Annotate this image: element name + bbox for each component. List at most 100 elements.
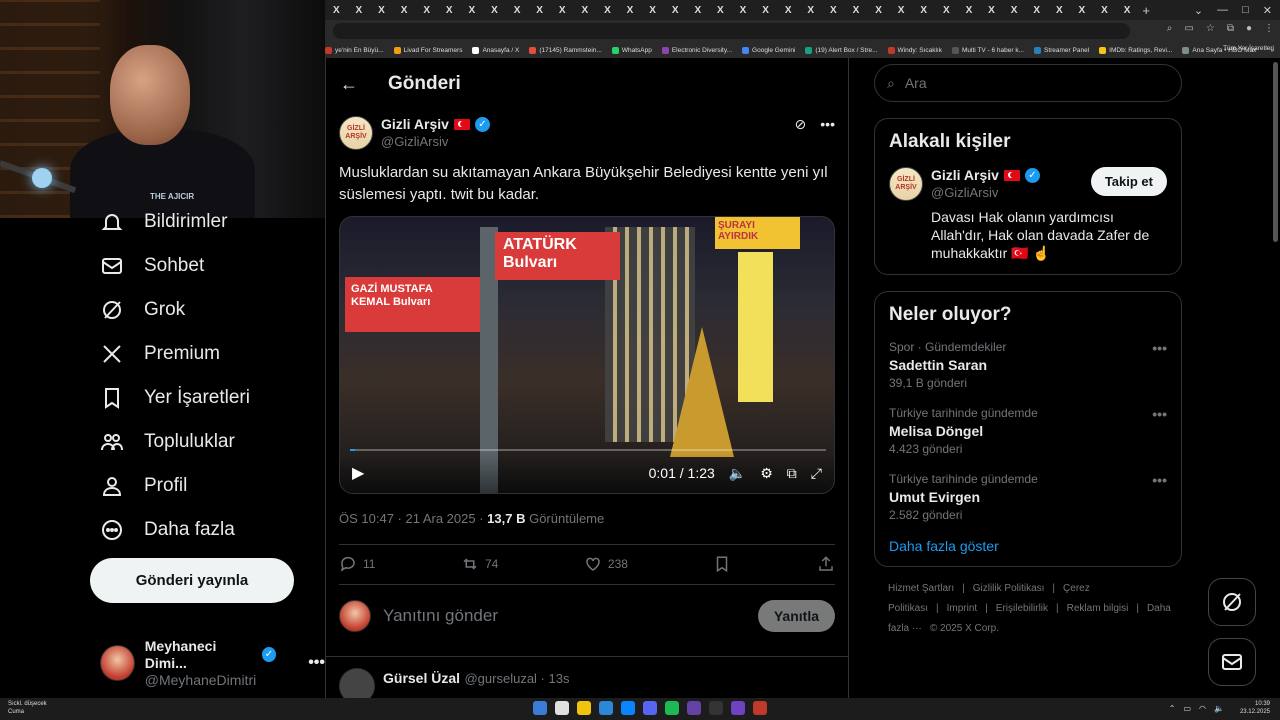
browser-tab[interactable]: X (867, 5, 890, 16)
taskbar-app-icon[interactable] (665, 701, 679, 715)
tray-chevron-icon[interactable]: ⌃ (1169, 704, 1176, 713)
browser-tab[interactable]: X (845, 5, 868, 16)
taskbar-app-icon[interactable] (731, 701, 745, 715)
browser-tab[interactable]: X (709, 5, 732, 16)
reply-action[interactable]: 11 (339, 555, 375, 573)
browser-tab[interactable]: X (822, 5, 845, 16)
taskbar-app-icon[interactable] (687, 701, 701, 715)
reply-author-handle[interactable]: @gurseluzal · 13s (464, 671, 569, 686)
browser-tab[interactable]: X (641, 5, 664, 16)
taskbar-app-icon[interactable] (599, 701, 613, 715)
messages-floating-button[interactable] (1208, 638, 1256, 686)
search-input[interactable]: Ara (905, 75, 927, 91)
browser-tab[interactable]: X (980, 5, 1003, 16)
footer-link[interactable]: Hizmet Şartları (888, 583, 954, 594)
browser-tab[interactable]: X (438, 5, 461, 16)
bookmark-item[interactable]: IMDb: Ratings, Revi... (1099, 46, 1172, 54)
browser-tab[interactable]: X (664, 5, 687, 16)
browser-tab[interactable]: X (370, 5, 393, 16)
back-arrow-icon[interactable]: ← (340, 74, 358, 95)
bookmark-item[interactable]: Google Gemini (742, 46, 795, 54)
bookmark-item[interactable]: Multi TV - 6 haber k... (951, 46, 1024, 54)
browser-tab[interactable]: X (935, 5, 958, 16)
browser-tab[interactable]: X (506, 5, 529, 16)
network-icon[interactable]: ▭ (1183, 704, 1191, 713)
footer-link[interactable]: Imprint (947, 603, 978, 614)
browser-tab[interactable]: X (393, 5, 416, 16)
new-tab-button[interactable]: + (1142, 3, 1150, 18)
volume-icon[interactable]: 🔈 (729, 465, 746, 482)
bookmark-item[interactable]: Windy: Sıcaklık (887, 46, 942, 54)
weather-widget[interactable]: Sıckl. düşecek Cuma (8, 700, 47, 716)
bookmark-item[interactable]: ye'nin En Büyü... (325, 46, 384, 54)
volume-icon[interactable]: 🔈 (1214, 704, 1224, 713)
bookmark-item[interactable]: Streamer Panel (1033, 46, 1089, 54)
browser-tab[interactable]: X (1071, 5, 1094, 16)
post-button[interactable]: Gönderi yayınla (90, 558, 294, 603)
clock[interactable]: 10:39 23.12.2025 (1240, 700, 1270, 716)
nav-grok[interactable]: Grok (100, 298, 185, 322)
minimize-icon[interactable]: — (1217, 4, 1228, 16)
bookmark-item[interactable]: Electronic Diversity... (661, 46, 732, 54)
show-more-link[interactable]: Daha fazla göster (889, 538, 1167, 554)
grok-icon[interactable]: ⊘ (795, 116, 807, 133)
footer-link[interactable]: © 2025 X Corp. (930, 623, 999, 634)
browser-tab[interactable]: X (1093, 5, 1116, 16)
footer-link[interactable]: Erişilebilirlik (996, 603, 1048, 614)
browser-tab[interactable]: X (619, 5, 642, 16)
profile-icon-browser[interactable]: ● (1246, 23, 1252, 34)
browser-tab[interactable]: X (1003, 5, 1026, 16)
taskbar-app-icon[interactable] (621, 701, 635, 715)
browser-tab[interactable]: X (528, 5, 551, 16)
avatar[interactable]: GİZLİ ARŞİV (339, 116, 373, 150)
reply-author-name[interactable]: Gürsel Üzal (383, 670, 460, 686)
taskbar-app-icon[interactable] (555, 701, 569, 715)
nav-communities[interactable]: Topluluklar (100, 430, 235, 454)
tweet-author-handle[interactable]: @GizliArsiv (381, 134, 490, 149)
browser-tab[interactable]: X (799, 5, 822, 16)
trend-item[interactable]: Türkiye tarihinde gündemde Melisa Döngel… (889, 406, 1167, 456)
maximize-icon[interactable]: □ (1242, 4, 1249, 16)
share-action[interactable] (817, 555, 835, 573)
trend-more-icon[interactable]: ••• (1152, 472, 1167, 488)
close-window-icon[interactable]: ✕ (1263, 4, 1272, 17)
star-icon[interactable]: ☆ (1206, 23, 1215, 34)
taskbar-app-icon[interactable] (643, 701, 657, 715)
like-action[interactable]: 238 (584, 555, 628, 573)
browser-tab[interactable]: X (912, 5, 935, 16)
taskbar-app-icon[interactable] (753, 701, 767, 715)
url-field[interactable] (333, 23, 1130, 39)
browser-tab[interactable]: X (574, 5, 597, 16)
bookmark-item[interactable]: (19) Alert Box / Stre... (805, 46, 878, 54)
nav-premium[interactable]: Premium (100, 342, 220, 366)
tweet-timestamp[interactable]: ÖS 10:47 · 21 Ara 2025 · (339, 511, 487, 526)
bookmark-item[interactable]: Anasayfa / X (472, 46, 519, 54)
person-name[interactable]: Gizli Arşiv (931, 167, 999, 183)
browser-tab[interactable]: X (777, 5, 800, 16)
trend-more-icon[interactable]: ••• (1152, 406, 1167, 422)
footer-link[interactable]: Reklam bilgisi (1067, 603, 1129, 614)
zoom-icon[interactable]: ⌕ (1167, 23, 1173, 34)
follow-button[interactable]: Takip et (1090, 167, 1167, 196)
taskbar-app-icon[interactable] (709, 701, 723, 715)
fullscreen-icon[interactable]: ⤢ (811, 465, 822, 482)
bookmark-item[interactable]: Livad For Streamers (393, 46, 462, 54)
search-box[interactable]: ⌕ Ara (874, 64, 1182, 102)
video-progress-bar[interactable] (350, 449, 826, 451)
grok-floating-button[interactable] (1208, 578, 1256, 626)
nav-bookmarks[interactable]: Yer İşaretleri (100, 386, 250, 410)
browser-tab[interactable]: X (890, 5, 913, 16)
play-icon[interactable]: ▶ (352, 463, 364, 483)
account-switcher[interactable]: Meyhaneci Dimi... ✓ @MeyhaneDimitri ••• (100, 638, 325, 688)
account-more-icon[interactable]: ••• (308, 654, 325, 672)
bookmark-item[interactable]: WhatsApp (611, 46, 652, 54)
tweet-more-icon[interactable]: ••• (820, 116, 835, 133)
nav-profile[interactable]: Profil (100, 474, 187, 498)
taskbar-app-icon[interactable] (577, 701, 591, 715)
browser-tab[interactable]: X (1025, 5, 1048, 16)
all-bookmarks-folder[interactable]: Tüm Yer İşaretleri (1223, 45, 1274, 52)
trend-item[interactable]: Spor · Gündemdekiler Sadettin Saran 39,1… (889, 340, 1167, 390)
retweet-action[interactable]: 74 (461, 555, 498, 573)
browser-tab[interactable]: X (754, 5, 777, 16)
taskbar-app-icon[interactable] (533, 701, 547, 715)
